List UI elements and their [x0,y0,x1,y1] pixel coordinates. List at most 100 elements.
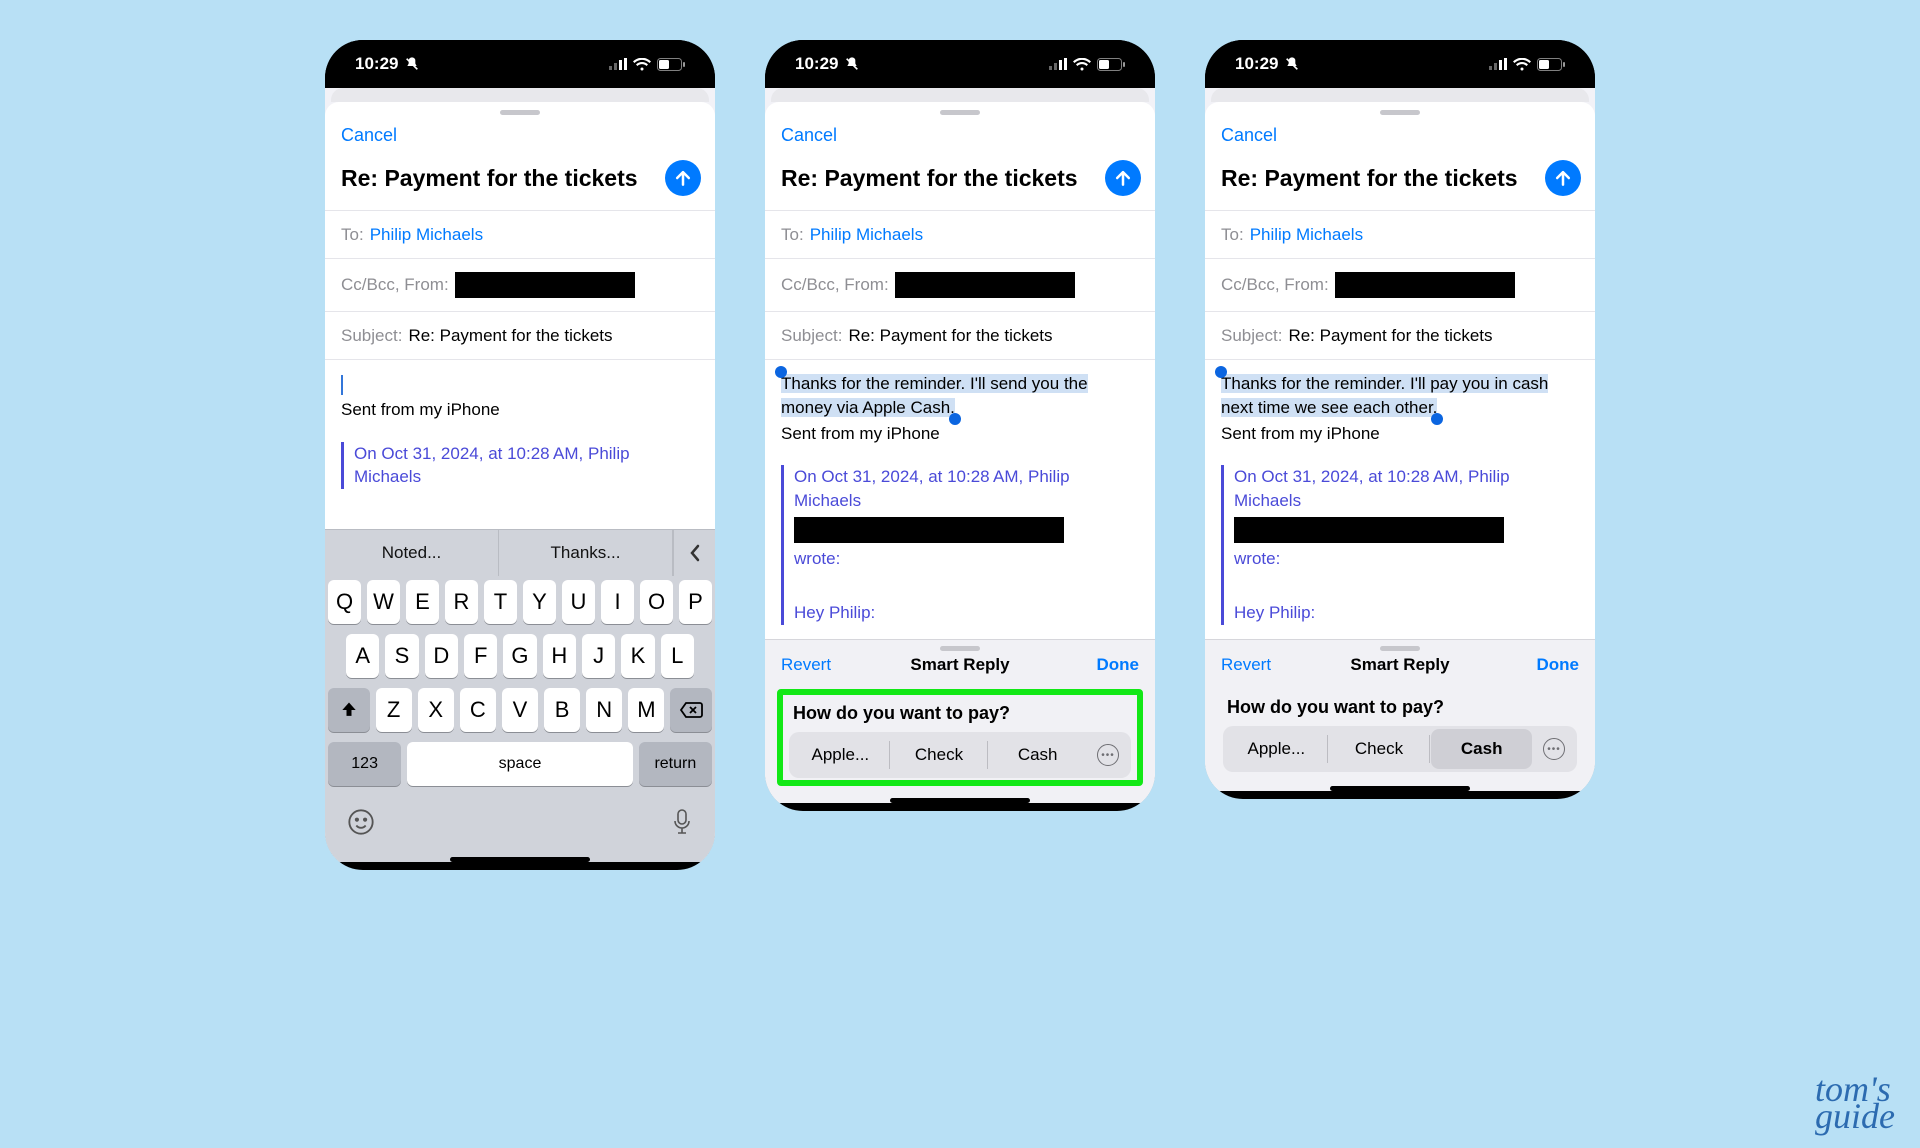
selection-handle-start[interactable] [775,366,787,378]
key-return[interactable]: return [639,742,712,786]
key-delete[interactable] [670,688,712,732]
quote-header: On Oct 31, 2024, at 10:28 AM, Philip Mic… [354,442,699,490]
mute-icon [844,56,860,72]
keyboard[interactable]: Noted... Thanks... Q W E R T Y U [325,529,715,862]
emoji-button[interactable] [347,808,375,843]
cancel-button[interactable]: Cancel [1205,121,1595,154]
smart-reply-options: How do you want to pay? Apple... Check C… [1217,689,1583,774]
key-g[interactable]: G [503,634,536,678]
key-o[interactable]: O [640,580,673,624]
cc-bcc-from-field[interactable]: Cc/Bcc, From: [765,258,1155,311]
option-check[interactable]: Check [1329,729,1430,769]
key-f[interactable]: F [464,634,497,678]
prompt-question: How do you want to pay? [1227,697,1573,718]
selected-reply-text[interactable]: Thanks for the reminder. I'll send you t… [781,374,1088,417]
cancel-button[interactable]: Cancel [765,121,1155,154]
status-time: 10:29 [795,54,838,74]
email-body[interactable]: Sent from my iPhone On Oct 31, 2024, at … [325,359,715,529]
key-e[interactable]: E [406,580,439,624]
subject-field[interactable]: Subject: Re: Payment for the tickets [325,311,715,359]
revert-button[interactable]: Revert [1221,655,1291,675]
key-j[interactable]: J [582,634,615,678]
key-c[interactable]: C [460,688,496,732]
option-check[interactable]: Check [891,735,988,775]
to-recipient[interactable]: Philip Michaels [1250,225,1363,245]
mic-button[interactable] [671,808,693,843]
sheet-grabber[interactable] [1380,110,1420,115]
panel-grabber[interactable] [1380,646,1420,651]
done-button[interactable]: Done [1509,655,1579,675]
send-button[interactable] [665,160,701,196]
selection-handle-end[interactable] [949,413,961,425]
key-shift[interactable] [328,688,370,732]
suggestion-2[interactable]: Thanks... [499,530,673,576]
home-indicator[interactable] [890,798,1030,803]
option-apple[interactable]: Apple... [792,735,889,775]
key-v[interactable]: V [502,688,538,732]
done-button[interactable]: Done [1069,655,1139,675]
option-cash[interactable]: Cash [989,735,1086,775]
key-u[interactable]: U [562,580,595,624]
key-d[interactable]: D [425,634,458,678]
key-z[interactable]: Z [376,688,412,732]
mic-icon [671,808,693,836]
key-i[interactable]: I [601,580,634,624]
suggestion-collapse[interactable] [673,530,715,576]
option-cash[interactable]: Cash [1431,729,1532,769]
send-button[interactable] [1105,160,1141,196]
selected-reply-text[interactable]: Thanks for the reminder. I'll pay you in… [1221,374,1548,417]
cc-bcc-from-field[interactable]: Cc/Bcc, From: [1205,258,1595,311]
key-123[interactable]: 123 [328,742,401,786]
subject-value: Re: Payment for the tickets [408,326,612,346]
to-recipient[interactable]: Philip Michaels [810,225,923,245]
cc-bcc-from-field[interactable]: Cc/Bcc, From: [325,258,715,311]
to-field[interactable]: To: Philip Michaels [765,210,1155,258]
to-field[interactable]: To: Philip Michaels [325,210,715,258]
to-recipient[interactable]: Philip Michaels [370,225,483,245]
suggestion-1[interactable]: Noted... [325,530,499,576]
key-s[interactable]: S [385,634,418,678]
email-body[interactable]: Thanks for the reminder. I'll pay you in… [1205,359,1595,639]
sheet-grabber[interactable] [500,110,540,115]
subject-field[interactable]: Subject: Re: Payment for the tickets [1205,311,1595,359]
key-p[interactable]: P [679,580,712,624]
more-options[interactable]: ••• [1534,738,1574,760]
to-label: To: [781,225,804,245]
status-time: 10:29 [355,54,398,74]
key-y[interactable]: Y [523,580,556,624]
key-b[interactable]: B [544,688,580,732]
key-n[interactable]: N [586,688,622,732]
send-button[interactable] [1545,160,1581,196]
key-x[interactable]: X [418,688,454,732]
key-h[interactable]: H [543,634,576,678]
emoji-icon [347,808,375,836]
more-options[interactable]: ••• [1088,744,1128,766]
home-indicator[interactable] [450,857,590,862]
cc-label: Cc/Bcc, From: [781,275,889,295]
key-l[interactable]: L [661,634,694,678]
cancel-button[interactable]: Cancel [325,121,715,154]
sheet-grabber[interactable] [940,110,980,115]
revert-button[interactable]: Revert [781,655,851,675]
key-q[interactable]: Q [328,580,361,624]
key-w[interactable]: W [367,580,400,624]
selection-handle-start[interactable] [1215,366,1227,378]
option-apple[interactable]: Apple... [1226,729,1327,769]
quoted-message: On Oct 31, 2024, at 10:28 AM, Philip Mic… [341,442,699,490]
home-indicator[interactable] [1330,786,1470,791]
mute-icon [1284,56,1300,72]
email-body[interactable]: Thanks for the reminder. I'll send you t… [765,359,1155,639]
key-k[interactable]: K [621,634,654,678]
key-a[interactable]: A [346,634,379,678]
to-label: To: [1221,225,1244,245]
key-t[interactable]: T [484,580,517,624]
to-field[interactable]: To: Philip Michaels [1205,210,1595,258]
cellular-icon [1489,58,1507,70]
key-m[interactable]: M [628,688,664,732]
panel-grabber[interactable] [940,646,980,651]
key-r[interactable]: R [445,580,478,624]
arrow-up-icon [1113,168,1133,188]
status-time: 10:29 [1235,54,1278,74]
key-space[interactable]: space [407,742,632,786]
subject-field[interactable]: Subject: Re: Payment for the tickets [765,311,1155,359]
